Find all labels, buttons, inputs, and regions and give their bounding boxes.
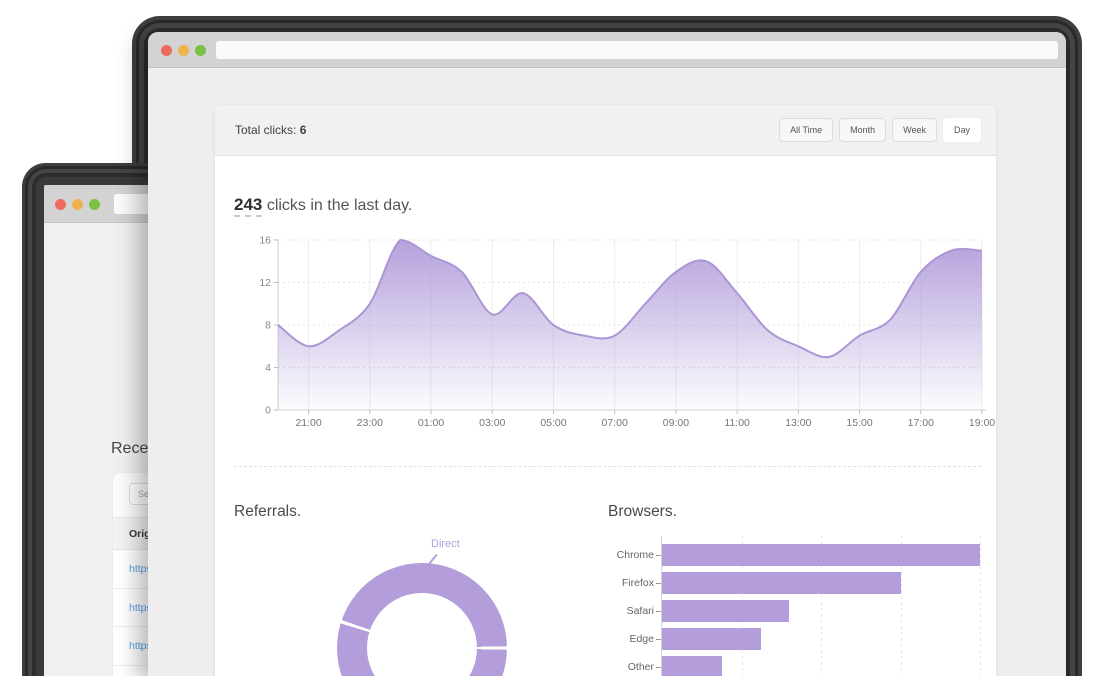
svg-text:05:00: 05:00 xyxy=(540,417,566,429)
bar-label: Firefox xyxy=(608,572,654,594)
donut-slice-label: Direct xyxy=(431,538,460,550)
filter-button-all-time[interactable]: All Time xyxy=(779,118,833,142)
filter-button-month[interactable]: Month xyxy=(839,118,886,142)
total-clicks-label: Total clicks: xyxy=(235,123,300,137)
analytics-card-header: Total clicks: 6 All TimeMonthWeekDay xyxy=(215,105,996,156)
total-clicks-value: 6 xyxy=(300,123,307,137)
bar-label: Edge xyxy=(608,628,654,650)
front-window-url-bar[interactable] xyxy=(216,41,1058,59)
svg-text:4: 4 xyxy=(265,362,271,374)
bar-label: Other xyxy=(608,656,654,676)
svg-text:13:00: 13:00 xyxy=(785,417,811,429)
donut-hole xyxy=(367,593,477,676)
bar-value xyxy=(662,544,980,566)
bar-value xyxy=(662,600,789,622)
traffic-light-yellow-icon[interactable] xyxy=(72,199,83,210)
clicks-count: 243 xyxy=(234,195,262,217)
filter-button-week[interactable]: Week xyxy=(892,118,937,142)
bar-row-edge: Edge xyxy=(608,628,996,650)
front-window-titlebar xyxy=(148,32,1066,68)
bar-axis-tick xyxy=(656,555,661,556)
svg-text:0: 0 xyxy=(265,405,271,417)
bar-axis-tick xyxy=(656,583,661,584)
bar-value xyxy=(662,656,722,676)
browsers-bar-chart: Chrome Firefox Safari Edge Other xyxy=(608,530,996,676)
svg-text:11:00: 11:00 xyxy=(724,417,750,429)
svg-text:03:00: 03:00 xyxy=(479,417,505,429)
bar-label: Chrome xyxy=(608,544,654,566)
analytics-card: Total clicks: 6 All TimeMonthWeekDay 243… xyxy=(215,105,996,676)
browsers-section-title: Browsers. xyxy=(608,503,677,521)
svg-text:8: 8 xyxy=(265,320,271,332)
referrals-section-title: Referrals. xyxy=(234,503,301,521)
clicks-area-chart: 21:00 23:00 01:00 03:00 05:00 07:00 09:00 11:00… xyxy=(215,232,996,440)
clicks-headline: 243 clicks in the last day. xyxy=(234,195,412,215)
svg-text:15:00: 15:00 xyxy=(846,417,872,429)
traffic-light-red-icon[interactable] xyxy=(55,199,66,210)
referrals-donut-chart xyxy=(337,563,507,676)
bar-value xyxy=(662,628,761,650)
svg-text:12: 12 xyxy=(259,277,271,289)
svg-text:19:00: 19:00 xyxy=(969,417,995,429)
svg-text:17:00: 17:00 xyxy=(908,417,934,429)
filter-button-day[interactable]: Day xyxy=(943,118,981,142)
bar-row-firefox: Firefox xyxy=(608,572,996,594)
bar-label: Safari xyxy=(608,600,654,622)
svg-text:09:00: 09:00 xyxy=(663,417,689,429)
section-divider xyxy=(234,466,981,467)
front-browser-window: Total clicks: 6 All TimeMonthWeekDay 243… xyxy=(148,32,1066,676)
traffic-light-green-icon[interactable] xyxy=(89,199,100,210)
svg-text:16: 16 xyxy=(259,235,271,247)
traffic-light-green-icon[interactable] xyxy=(195,45,206,56)
svg-text:21:00: 21:00 xyxy=(295,417,321,429)
front-window-controls xyxy=(161,45,206,56)
time-range-filter-group: All TimeMonthWeekDay xyxy=(779,118,981,142)
svg-text:07:00: 07:00 xyxy=(602,417,628,429)
bar-axis-tick xyxy=(656,611,661,612)
bar-value xyxy=(662,572,901,594)
bar-row-other: Other xyxy=(608,656,996,676)
back-window-controls xyxy=(55,199,100,210)
total-clicks-text: Total clicks: 6 xyxy=(235,123,306,137)
bar-axis-tick xyxy=(656,667,661,668)
svg-text:01:00: 01:00 xyxy=(418,417,444,429)
traffic-light-yellow-icon[interactable] xyxy=(178,45,189,56)
bar-row-chrome: Chrome xyxy=(608,544,996,566)
traffic-light-red-icon[interactable] xyxy=(161,45,172,56)
svg-text:23:00: 23:00 xyxy=(357,417,383,429)
bar-row-safari: Safari xyxy=(608,600,996,622)
clicks-headline-text: clicks in the last day. xyxy=(262,197,412,214)
bar-axis-tick xyxy=(656,639,661,640)
